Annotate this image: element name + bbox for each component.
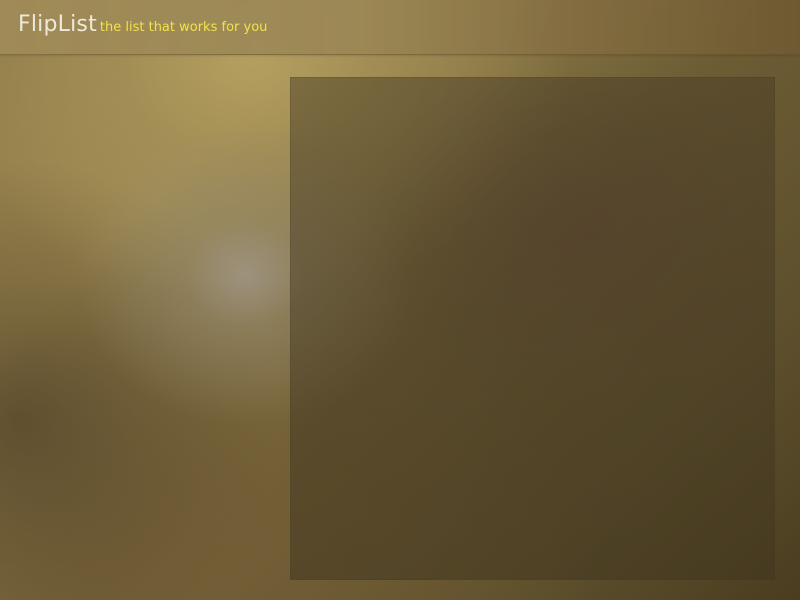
main-content-panel — [290, 77, 775, 580]
app-tagline: the list that works for you — [99, 20, 268, 35]
app-logo[interactable]: FlipList — [18, 12, 97, 37]
top-bar: FlipList the list that works for you — [0, 0, 800, 55]
brand: FlipList the list that works for you — [18, 12, 267, 37]
